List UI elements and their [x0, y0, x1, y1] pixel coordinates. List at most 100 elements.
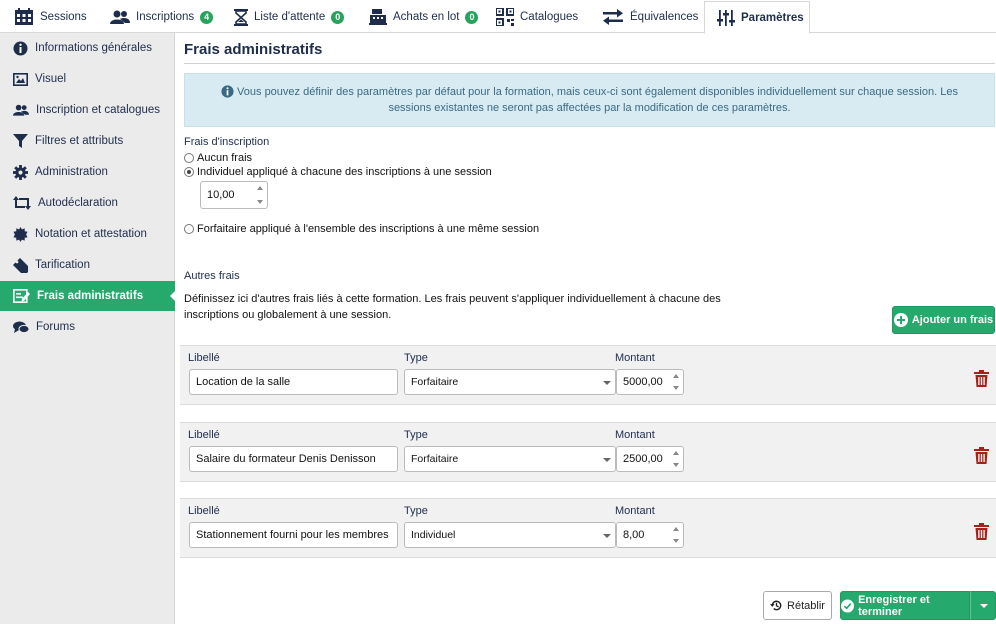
- montant-stepper[interactable]: 8,00: [616, 522, 684, 548]
- users-icon: [110, 10, 130, 24]
- libelle-input[interactable]: Stationnement fourni pour les membres: [189, 522, 398, 548]
- count-badge: 4: [200, 10, 214, 24]
- amount-value: 10,00: [207, 189, 235, 201]
- save-options-dropdown[interactable]: [970, 591, 996, 620]
- sidebar-item-label: Frais administratifs: [37, 290, 144, 302]
- other-fees-label: Autres frais: [184, 270, 240, 282]
- tab-label: Équivalences: [630, 11, 699, 23]
- amount-value: 8,00: [623, 529, 645, 541]
- sidebar-item-visuel[interactable]: Visuel: [0, 64, 175, 94]
- main-content: Frais administratifs Vous pouvez définir…: [176, 33, 996, 624]
- qrcode-icon: [496, 8, 514, 26]
- hourglass-icon: [234, 8, 248, 26]
- type-select[interactable]: Forfaitaire: [404, 446, 616, 472]
- step-down-icon[interactable]: [257, 200, 263, 204]
- certificate-icon: [13, 226, 28, 242]
- reset-button[interactable]: Rétablir: [763, 591, 832, 620]
- tab-waitlist[interactable]: Liste d'attente 0: [222, 2, 356, 32]
- tab-equivalences[interactable]: Équivalences: [590, 2, 710, 32]
- step-down-icon[interactable]: [673, 539, 679, 543]
- montant-stepper[interactable]: 5000,00: [616, 369, 684, 395]
- title-divider: [184, 63, 995, 64]
- retweet-icon: [13, 196, 31, 210]
- step-up-icon[interactable]: [257, 186, 263, 190]
- sidebar-item-label: Inscription et catalogues: [36, 104, 161, 116]
- sidebar-item-label: Tarification: [35, 259, 90, 271]
- save-label: Enregistrer et terminer: [858, 593, 930, 618]
- add-fee-button[interactable]: Ajouter un frais: [892, 306, 995, 334]
- option-label: Individuel appliqué à chacune des inscri…: [197, 166, 492, 178]
- sidebar-item-frais-administratifs[interactable]: Frais administratifs: [0, 281, 176, 311]
- plus-circle-icon: [893, 313, 908, 327]
- radio-button[interactable]: [184, 167, 194, 177]
- selected-value: Individuel: [411, 529, 456, 541]
- info-icon: [221, 85, 234, 98]
- stepper-arrows[interactable]: [672, 451, 680, 467]
- tab-catalogues[interactable]: Catalogues: [484, 2, 590, 32]
- sidebar-item-filtres-attributs[interactable]: Filtres et attributs: [0, 126, 175, 156]
- tab-parametres[interactable]: Paramètres: [704, 1, 810, 34]
- trash-icon[interactable]: [974, 370, 989, 387]
- tab-label: Paramètres: [741, 11, 804, 24]
- stepper-arrows[interactable]: [256, 186, 264, 204]
- sidebar-item-label: Visuel: [35, 73, 67, 85]
- stepper-arrows[interactable]: [672, 527, 680, 543]
- sliders-icon: [717, 9, 735, 26]
- type-label: Type: [404, 505, 428, 517]
- type-label: Type: [404, 429, 428, 441]
- sidebar-item-label: Notation et attestation: [35, 228, 147, 240]
- fee-row: Libellé Type Montant Location de la sall…: [180, 345, 996, 405]
- sidebar-item-forums[interactable]: Forums: [0, 312, 175, 342]
- montant-label: Montant: [615, 429, 655, 441]
- step-down-icon[interactable]: [673, 463, 679, 467]
- tab-inscriptions[interactable]: Inscriptions 4: [98, 2, 225, 32]
- fee-row: Libellé Type Montant Stationnement fourn…: [180, 498, 996, 558]
- libelle-label: Libellé: [188, 505, 220, 517]
- tab-sessions[interactable]: Sessions: [2, 2, 99, 32]
- option-individual-fee[interactable]: Individuel appliqué à chacune des inscri…: [184, 166, 492, 178]
- sidebar-item-label: Forums: [36, 321, 75, 333]
- amount-value: 5000,00: [623, 376, 663, 388]
- radio-button[interactable]: [184, 224, 194, 234]
- libelle-input[interactable]: Location de la salle: [189, 369, 398, 395]
- sidebar-item-administration[interactable]: Administration: [0, 157, 175, 187]
- step-down-icon[interactable]: [673, 386, 679, 390]
- radio-button[interactable]: [184, 153, 194, 163]
- registration-fee-label: Frais d'inscription: [184, 136, 270, 148]
- sidebar-item-inscription-catalogues[interactable]: Inscription et catalogues: [0, 95, 175, 125]
- tab-label: Achats en lot: [393, 11, 460, 23]
- tab-bulk-purchases[interactable]: Achats en lot 0: [357, 2, 490, 32]
- sidebar-item-autodeclaration[interactable]: Autodéclaration: [0, 188, 175, 218]
- montant-stepper[interactable]: 2500,00: [616, 446, 684, 472]
- libelle-label: Libellé: [188, 429, 220, 441]
- step-up-icon[interactable]: [673, 374, 679, 378]
- check-circle-icon: [841, 598, 855, 613]
- step-up-icon[interactable]: [673, 527, 679, 531]
- montant-label: Montant: [615, 352, 655, 364]
- trash-icon[interactable]: [974, 523, 989, 540]
- selected-value: Forfaitaire: [411, 376, 459, 388]
- option-flat-fee[interactable]: Forfaitaire appliqué à l'ensemble des in…: [184, 223, 539, 235]
- libelle-input[interactable]: Salaire du formateur Denis Denisson: [189, 446, 398, 472]
- tag-icon: [13, 257, 28, 273]
- info-alert: Vous pouvez définir des paramètres par d…: [184, 73, 995, 127]
- type-select[interactable]: Forfaitaire: [404, 369, 616, 395]
- trash-icon[interactable]: [974, 447, 989, 464]
- save-and-finish-button[interactable]: Enregistrer et terminer: [840, 591, 970, 620]
- chevron-down-icon: [603, 381, 611, 385]
- selected-value: Forfaitaire: [411, 453, 459, 465]
- sidebar-item-tarification[interactable]: Tarification: [0, 250, 175, 280]
- option-no-fee[interactable]: Aucun frais: [184, 152, 252, 164]
- users-icon: [13, 104, 29, 116]
- sidebar-item-notation-attestation[interactable]: Notation et attestation: [0, 219, 175, 249]
- exchange-icon: [603, 9, 623, 25]
- top-tabs: Sessions Inscriptions 4 Liste d'attente …: [0, 0, 996, 34]
- type-select[interactable]: Individuel: [404, 522, 616, 548]
- fee-row: Libellé Type Montant Salaire du formateu…: [180, 422, 996, 482]
- stepper-arrows[interactable]: [672, 374, 680, 390]
- step-up-icon[interactable]: [673, 451, 679, 455]
- individual-amount-stepper[interactable]: 10,00: [200, 181, 268, 209]
- sidebar-item-informations-generales[interactable]: Informations générales: [0, 33, 175, 63]
- comments-icon: [13, 321, 29, 333]
- info-text: Vous pouvez définir des paramètres par d…: [237, 86, 958, 114]
